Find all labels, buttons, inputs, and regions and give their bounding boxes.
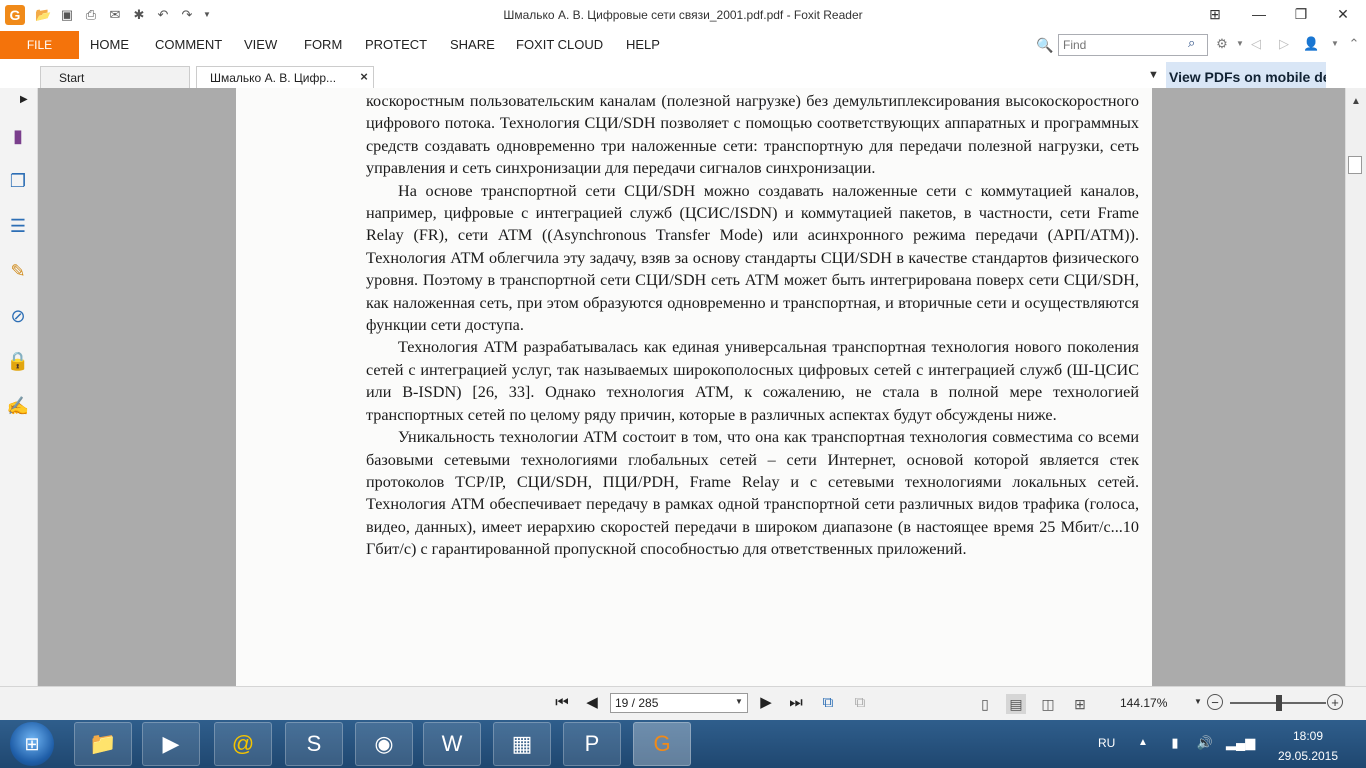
media-player-icon[interactable]: ▶ bbox=[142, 722, 200, 766]
quick-access-dropdown-icon[interactable]: ▼ bbox=[199, 7, 215, 23]
last-page-icon[interactable]: ⏭ bbox=[786, 693, 806, 713]
zoom-slider-thumb[interactable] bbox=[1276, 695, 1282, 711]
find-input[interactable] bbox=[1059, 35, 1187, 55]
account-dropdown-icon[interactable]: ▼ bbox=[1327, 36, 1343, 52]
tab-share[interactable]: SHARE bbox=[450, 31, 495, 59]
open-folder-icon[interactable]: 📂 bbox=[35, 7, 51, 23]
page-number-box[interactable] bbox=[610, 693, 748, 713]
mail-agent-icon[interactable]: @ bbox=[214, 722, 272, 766]
tab-document[interactable]: Шмалько А. В. Цифр... bbox=[196, 66, 374, 88]
previous-view-icon[interactable]: ⧉ bbox=[818, 693, 838, 713]
zoom-level[interactable]: 144.17% bbox=[1120, 693, 1167, 713]
pdf-page-text: коскоростным пользовательским каналам (п… bbox=[366, 90, 1139, 561]
paragraph: Технология АТМ разрабатывалась как едина… bbox=[366, 338, 1139, 424]
zoom-in-icon[interactable]: + bbox=[1327, 694, 1343, 710]
paragraph: Уникальность технологии АТМ состоит в то… bbox=[366, 428, 1139, 559]
print-icon[interactable]: ⎙ bbox=[83, 7, 99, 23]
find-folder-icon[interactable]: 🔍 bbox=[1036, 36, 1054, 54]
file-menu-button[interactable]: FILE bbox=[0, 31, 79, 59]
previous-page-icon[interactable]: ◀ bbox=[582, 693, 602, 713]
restore-button[interactable]: ❐ bbox=[1288, 4, 1314, 24]
clock-date: 29.05.2015 bbox=[1277, 749, 1339, 763]
clock-time: 18:09 bbox=[1292, 729, 1324, 743]
input-language[interactable]: RU bbox=[1098, 736, 1115, 750]
close-tab-icon[interactable]: × bbox=[356, 68, 372, 86]
tab-list-dropdown-icon[interactable]: ▼ bbox=[1148, 66, 1162, 84]
tab-comment[interactable]: COMMENT bbox=[155, 31, 222, 59]
single-page-view-icon[interactable]: ▯ bbox=[975, 694, 995, 714]
gear-icon[interactable]: ⚙ bbox=[1214, 36, 1230, 52]
mobile-promo-banner[interactable]: View PDFs on mobile de bbox=[1166, 62, 1326, 88]
page-dropdown-icon[interactable]: ▼ bbox=[735, 697, 743, 706]
next-view-icon[interactable]: ⧉ bbox=[850, 693, 870, 713]
skype-icon[interactable]: S bbox=[285, 722, 343, 766]
scroll-up-icon[interactable]: ▲ bbox=[1349, 96, 1363, 108]
battery-icon[interactable]: ▮ bbox=[1166, 734, 1184, 752]
signature-icon[interactable]: ✍ bbox=[6, 394, 30, 418]
foxit-reader-taskbar-icon[interactable]: G bbox=[633, 722, 691, 766]
tab-form[interactable]: FORM bbox=[304, 31, 342, 59]
comments-icon[interactable]: ✎ bbox=[6, 259, 30, 283]
paragraph: коскоростным пользовательским каналам (п… bbox=[366, 92, 1139, 178]
zoom-dropdown-icon[interactable]: ▼ bbox=[1194, 697, 1202, 706]
security-lock-icon[interactable]: 🔒 bbox=[6, 349, 30, 373]
first-page-icon[interactable]: ⏮ bbox=[552, 693, 572, 713]
tab-protect[interactable]: PROTECT bbox=[365, 31, 427, 59]
paragraph: На основе транспортной сети СЦИ/SDH можн… bbox=[366, 181, 1139, 335]
tab-home[interactable]: HOME bbox=[90, 31, 129, 59]
expand-panel-icon[interactable]: ▶ bbox=[20, 94, 28, 105]
show-hidden-icons-icon[interactable]: ▲ bbox=[1134, 734, 1152, 752]
system-clock[interactable]: 18:09 29.05.2015 bbox=[1276, 726, 1340, 766]
network-signal-icon[interactable]: ▂▄▆ bbox=[1226, 734, 1255, 752]
file-explorer-icon[interactable]: 📁 bbox=[74, 722, 132, 766]
powerpoint-icon[interactable]: P bbox=[563, 722, 621, 766]
winrar-icon[interactable]: ▦ bbox=[493, 722, 551, 766]
continuous-facing-view-icon[interactable]: ⊞ bbox=[1070, 694, 1090, 714]
new-document-icon[interactable]: ✱ bbox=[131, 7, 147, 23]
collapse-ribbon-icon[interactable]: ⌃ bbox=[1346, 36, 1362, 52]
word-icon[interactable]: W bbox=[423, 722, 481, 766]
foxit-app-icon[interactable]: G bbox=[5, 5, 25, 25]
email-icon[interactable]: ✉ bbox=[107, 7, 123, 23]
page-number-input[interactable] bbox=[611, 694, 731, 712]
windows-start-button[interactable]: ⊞ bbox=[10, 722, 54, 766]
pages-icon[interactable]: ❐ bbox=[6, 169, 30, 193]
tab-start[interactable]: Start bbox=[40, 66, 190, 88]
search-icon[interactable]: ⌕ bbox=[1188, 35, 1204, 51]
attachments-icon[interactable]: ⊘ bbox=[6, 304, 30, 328]
close-window-button[interactable]: ✕ bbox=[1330, 4, 1356, 24]
bookmarks-icon[interactable]: ▮ bbox=[6, 124, 30, 148]
next-page-icon[interactable]: ▶ bbox=[756, 693, 776, 713]
zoom-out-icon[interactable]: − bbox=[1207, 694, 1223, 710]
save-icon[interactable]: ▣ bbox=[59, 7, 75, 23]
facing-view-icon[interactable]: ◫ bbox=[1038, 694, 1058, 714]
vertical-scrollbar[interactable] bbox=[1345, 88, 1366, 686]
forward-arrow-icon[interactable]: ▷ bbox=[1276, 36, 1292, 52]
tab-view[interactable]: VIEW bbox=[244, 31, 277, 59]
back-arrow-icon[interactable]: ◁ bbox=[1248, 36, 1264, 52]
user-account-icon[interactable]: 👤 bbox=[1303, 36, 1319, 52]
settings-dropdown-icon[interactable]: ▼ bbox=[1232, 36, 1248, 52]
layers-icon[interactable]: ☰ bbox=[6, 214, 30, 238]
redo-icon[interactable]: ↷ bbox=[179, 7, 195, 23]
chrome-icon[interactable]: ◉ bbox=[355, 722, 413, 766]
undo-icon[interactable]: ↶ bbox=[155, 7, 171, 23]
minimize-button[interactable]: — bbox=[1246, 4, 1272, 24]
scroll-thumb[interactable] bbox=[1348, 156, 1362, 174]
find-box[interactable] bbox=[1058, 34, 1208, 56]
volume-icon[interactable]: 🔊 bbox=[1196, 734, 1214, 752]
continuous-view-icon[interactable]: ▤ bbox=[1006, 694, 1026, 714]
ribbon-options-icon[interactable]: ⊞ bbox=[1202, 4, 1228, 24]
tab-help[interactable]: HELP bbox=[626, 31, 660, 59]
tab-foxit-cloud[interactable]: FOXIT CLOUD bbox=[516, 31, 603, 59]
